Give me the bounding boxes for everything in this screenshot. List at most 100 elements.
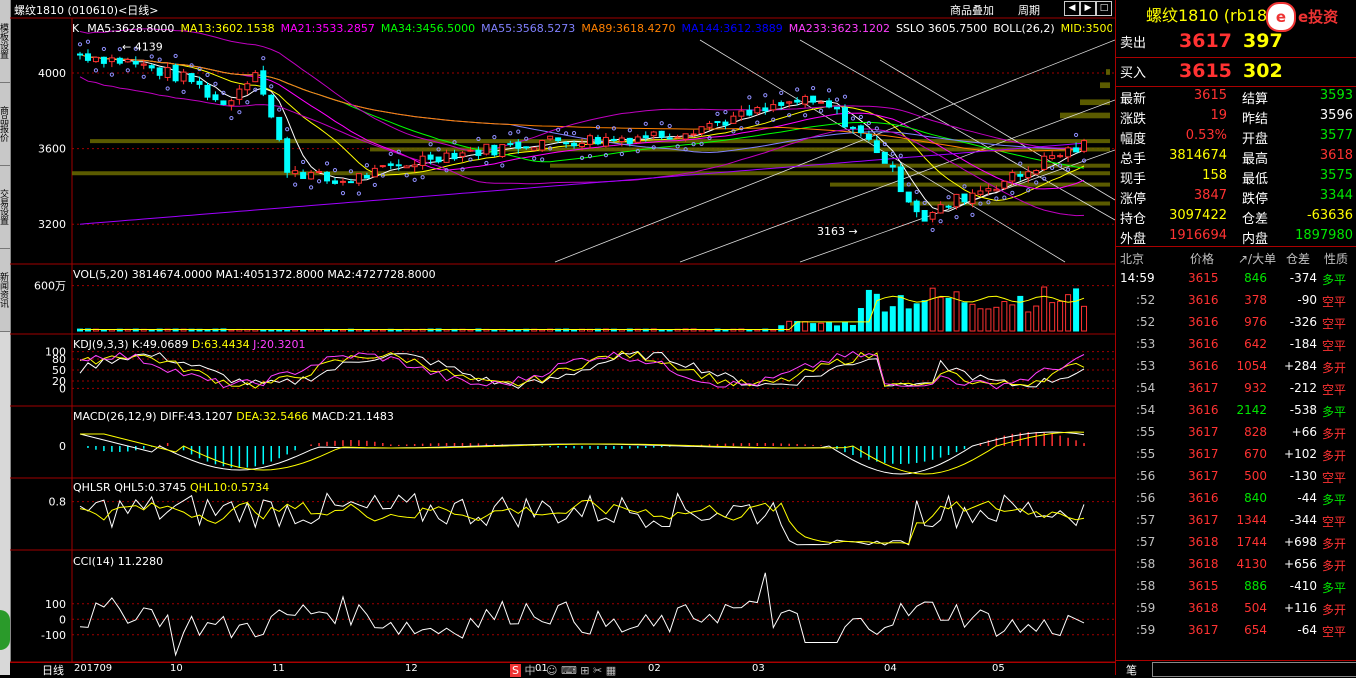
quote-value: 3596 — [1319, 108, 1353, 123]
tick-volume: 846 — [1244, 271, 1267, 285]
candle-body — [754, 107, 761, 114]
candle-body — [100, 56, 107, 64]
candle-body — [969, 192, 976, 204]
support-band — [1100, 82, 1110, 89]
tab-trade-settings[interactable]: 交易设置 — [0, 166, 10, 249]
logo-icon: e — [1266, 2, 1296, 32]
candle-body — [523, 146, 530, 149]
tick-nature: 空平 — [1322, 339, 1347, 353]
sar-dot — [237, 110, 242, 115]
period-button[interactable]: 周期 — [1018, 2, 1040, 18]
qhlsr-label: QHLSR QHL5:0.3745 QHL10:0.5734 — [73, 481, 270, 494]
candle-body — [515, 141, 522, 149]
overlay-product-button[interactable]: 商品叠加 — [950, 2, 994, 18]
candle-body — [961, 193, 968, 203]
candle-body — [188, 73, 195, 83]
right-arrow-icon[interactable]: ▶ — [1080, 1, 1096, 16]
sar-dot — [755, 120, 760, 125]
volume-bar — [1001, 301, 1008, 332]
tick-row: 14:59 3615 846 -374 多平 — [1116, 271, 1356, 293]
candle-body — [865, 133, 872, 140]
tick-oi-change: -212 — [1289, 381, 1317, 395]
tick-row: :56 3616 840 -44 多平 — [1116, 491, 1356, 513]
volume-bar — [993, 306, 1000, 332]
sar-dot — [173, 53, 178, 59]
tick-nature: 多开 — [1322, 603, 1347, 617]
candle-body — [443, 152, 450, 163]
volume-bar — [1065, 294, 1072, 332]
support-band — [72, 171, 1110, 176]
sar-dot — [1002, 195, 1007, 200]
candle-body — [746, 109, 753, 116]
tick-oi-change: +102 — [1284, 447, 1317, 461]
volume-bar — [985, 308, 992, 332]
tick-nature: 空平 — [1322, 471, 1347, 485]
tab-news[interactable]: 新闻资讯 — [0, 249, 10, 332]
sar-dot — [834, 97, 840, 102]
volume-bar — [204, 329, 211, 332]
sar-dot — [428, 142, 433, 147]
candle-body — [642, 135, 649, 139]
tick-time: :57 — [1136, 513, 1156, 527]
macd-line — [79, 431, 1085, 475]
sar-dot — [563, 131, 569, 136]
sar-dot — [587, 154, 593, 159]
tick-price: 3616 — [1188, 315, 1219, 329]
candle-body — [778, 102, 785, 106]
candle-body — [1009, 172, 1016, 182]
sar-dot — [540, 157, 545, 162]
tick-row: :56 3617 500 -130 空平 — [1116, 469, 1356, 491]
quote-row: 总手 3814674 最高 3618 — [1116, 148, 1356, 168]
volume-bar — [818, 322, 825, 332]
tab-template-settings[interactable]: 模板设置 — [0, 0, 10, 83]
tick-oi-change: +66 — [1291, 425, 1317, 439]
candle-body — [451, 152, 458, 160]
tick-row: :54 3616 2142 -538 多平 — [1116, 403, 1356, 425]
sar-dot — [508, 131, 513, 136]
tick-row: :57 3617 1344 -344 空平 — [1116, 513, 1356, 535]
quote-label: 内盘 — [1242, 232, 1269, 247]
macd-label: MACD(26,12,9) DIFF:43.1207 DEA:32.5466 M… — [73, 410, 394, 423]
tick-oi-change: -90 — [1297, 293, 1317, 307]
candle-body — [1049, 155, 1056, 159]
sar-dot — [149, 54, 154, 59]
volume-bar — [889, 306, 896, 332]
sar-dot — [1073, 132, 1079, 138]
sar-dot — [532, 156, 537, 161]
high-annotation: ← 4139 — [122, 41, 163, 54]
quote-value: 158 — [1202, 168, 1227, 183]
volume-bar — [929, 287, 936, 332]
tick-price: 3616 — [1188, 359, 1219, 373]
quote-value: 0.53% — [1185, 128, 1227, 143]
left-arrow-icon[interactable]: ◀ — [1064, 1, 1080, 16]
candle-body — [826, 100, 833, 108]
tick-volume: 378 — [1244, 293, 1267, 307]
green-float-icon[interactable] — [0, 610, 10, 650]
ime-logo-icon[interactable]: S — [510, 664, 521, 677]
tick-nature: 多平 — [1322, 405, 1347, 419]
support-band — [550, 163, 1110, 168]
sar-dot — [356, 191, 361, 196]
tick-volume: 1054 — [1236, 359, 1267, 373]
quote-label: 幅度 — [1120, 132, 1147, 147]
ime-mode-icon[interactable]: 中 · ☺ ⌨ ⊞ ✂ ▦ — [524, 664, 616, 677]
tick-time: :58 — [1136, 557, 1156, 571]
candle-body — [507, 143, 514, 146]
tick-oi-change: -44 — [1297, 491, 1317, 505]
sar-dot — [229, 115, 234, 121]
quote-value: 3593 — [1319, 88, 1353, 103]
ma-legend-item: BOLL(26,2) — [993, 22, 1055, 35]
candle-body — [475, 149, 482, 156]
volume-bar — [1081, 305, 1088, 332]
ime-toolbar[interactable]: S 中 · ☺ ⌨ ⊞ ✂ ▦ — [510, 662, 710, 677]
sar-dot — [1026, 188, 1031, 193]
volume-bar — [913, 303, 920, 332]
ma-legend-item: SSLO 3605.7500 — [895, 22, 988, 35]
sar-dot — [93, 68, 99, 73]
sar-dot — [954, 215, 959, 220]
tab-quotes[interactable]: 商品报价 — [0, 83, 10, 166]
expand-icon[interactable]: □ — [1096, 1, 1112, 16]
tick-time: :53 — [1136, 337, 1156, 351]
quote-label: 跌停 — [1242, 192, 1269, 207]
chart-title: 螺纹1810 (010610)<日线> — [14, 4, 159, 17]
